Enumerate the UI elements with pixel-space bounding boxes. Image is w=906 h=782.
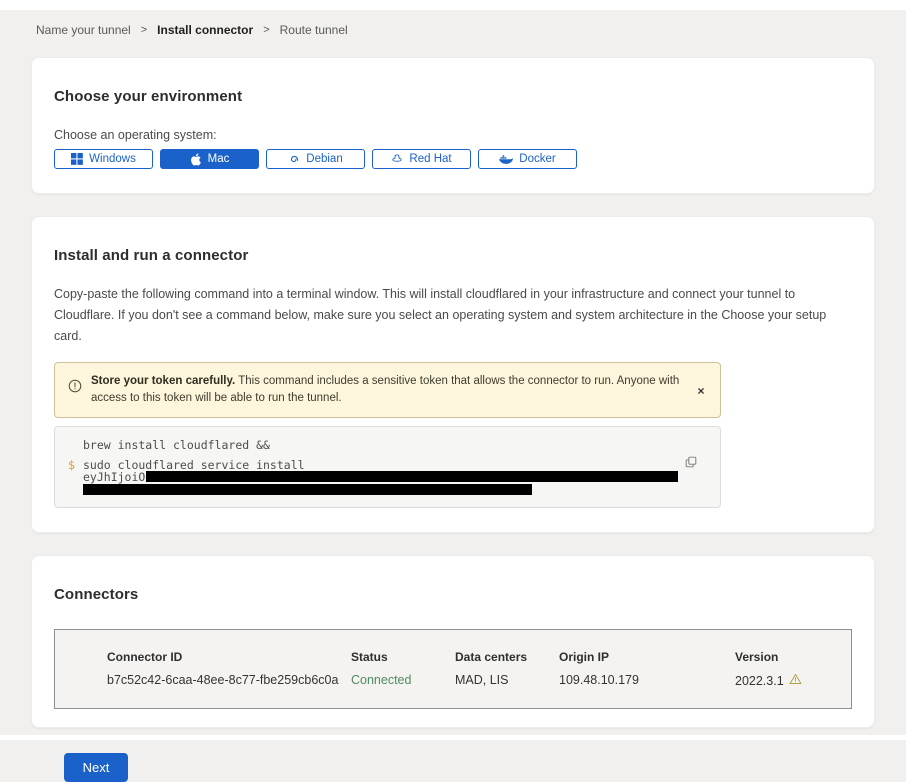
choose-environment-title: Choose your environment	[54, 88, 852, 105]
origin-ip-value: 109.48.10.179	[559, 673, 735, 688]
connector-id-value: b7c52c42-6caa-48ee-8c77-fbe259cb6c0a	[107, 673, 351, 688]
close-icon[interactable]: ×	[692, 382, 710, 400]
windows-icon	[71, 153, 83, 165]
col-header-status: Status	[351, 650, 455, 664]
os-button-windows[interactable]: Windows	[54, 149, 153, 169]
col-header-data-centers: Data centers	[455, 650, 559, 664]
table-header-row: Connector ID Status Data centers Origin …	[107, 650, 851, 664]
redhat-icon	[391, 153, 403, 165]
install-description: Copy-paste the following command into a …	[54, 284, 849, 347]
os-button-group: Windows Mac Debian Red Hat	[54, 149, 852, 169]
os-button-label: Windows	[89, 153, 136, 165]
connectors-card: Connectors Connector ID Status Data cent…	[31, 555, 875, 728]
breadcrumb-separator: >	[141, 24, 147, 36]
code-gutter	[68, 471, 83, 483]
top-strip	[0, 0, 906, 10]
token-prefix: eyJhIjoiO	[83, 471, 145, 483]
code-text: brew install cloudflared &&	[83, 439, 270, 451]
code-gutter	[68, 483, 83, 495]
warning-text: Store your token carefully. This command…	[91, 373, 684, 407]
code-gutter	[68, 439, 83, 451]
code-line-brew: brew install cloudflared &&	[68, 439, 704, 451]
next-button[interactable]: Next	[64, 753, 128, 782]
shell-prompt: $	[68, 459, 83, 471]
breadcrumb-separator: >	[263, 24, 269, 36]
redacted-token-bar	[146, 471, 678, 482]
code-line-token-2	[68, 483, 704, 495]
copy-icon[interactable]	[684, 455, 698, 472]
os-button-label: Mac	[208, 153, 230, 165]
os-button-redhat[interactable]: Red Hat	[372, 149, 471, 169]
debian-icon	[288, 153, 300, 165]
col-header-origin-ip: Origin IP	[559, 650, 735, 664]
alert-circle-icon	[68, 379, 82, 398]
apple-icon	[190, 153, 202, 166]
install-connector-title: Install and run a connector	[54, 247, 852, 264]
choose-environment-card: Choose your environment Choose an operat…	[31, 57, 875, 194]
os-button-mac[interactable]: Mac	[160, 149, 259, 169]
token-warning-banner: Store your token carefully. This command…	[54, 362, 721, 418]
os-button-label: Debian	[306, 153, 342, 165]
version-value: 2022.3.1	[735, 673, 851, 688]
breadcrumb-route-tunnel[interactable]: Route tunnel	[280, 23, 348, 37]
os-select-label: Choose an operating system:	[54, 128, 852, 142]
code-line-sudo: $ sudo cloudflared service install	[68, 459, 704, 471]
status-badge: Connected	[351, 673, 455, 688]
breadcrumb-install-connector[interactable]: Install connector	[157, 23, 253, 37]
col-header-connector-id: Connector ID	[107, 650, 351, 664]
os-button-debian[interactable]: Debian	[266, 149, 365, 169]
version-number: 2022.3.1	[735, 674, 784, 688]
connectors-table: Connector ID Status Data centers Origin …	[54, 629, 852, 709]
warning-text-bold: Store your token carefully.	[91, 375, 235, 387]
data-centers-value: MAD, LIS	[455, 673, 559, 688]
install-command-code-block: brew install cloudflared && $ sudo cloud…	[54, 426, 721, 508]
connectors-title: Connectors	[54, 586, 852, 603]
os-button-docker[interactable]: Docker	[478, 149, 577, 169]
bottom-strip	[0, 735, 906, 740]
install-connector-card: Install and run a connector Copy-paste t…	[31, 216, 875, 533]
os-button-label: Red Hat	[409, 153, 451, 165]
redacted-token-bar	[83, 484, 532, 495]
docker-icon	[499, 154, 513, 165]
col-header-version: Version	[735, 650, 851, 664]
os-button-label: Docker	[519, 153, 555, 165]
breadcrumb-name-your-tunnel[interactable]: Name your tunnel	[36, 23, 131, 37]
code-line-token: eyJhIjoiO	[68, 471, 704, 483]
table-row: b7c52c42-6caa-48ee-8c77-fbe259cb6c0a Con…	[107, 673, 851, 688]
breadcrumb: Name your tunnel > Install connector > R…	[0, 10, 906, 37]
warning-triangle-icon	[789, 673, 802, 688]
